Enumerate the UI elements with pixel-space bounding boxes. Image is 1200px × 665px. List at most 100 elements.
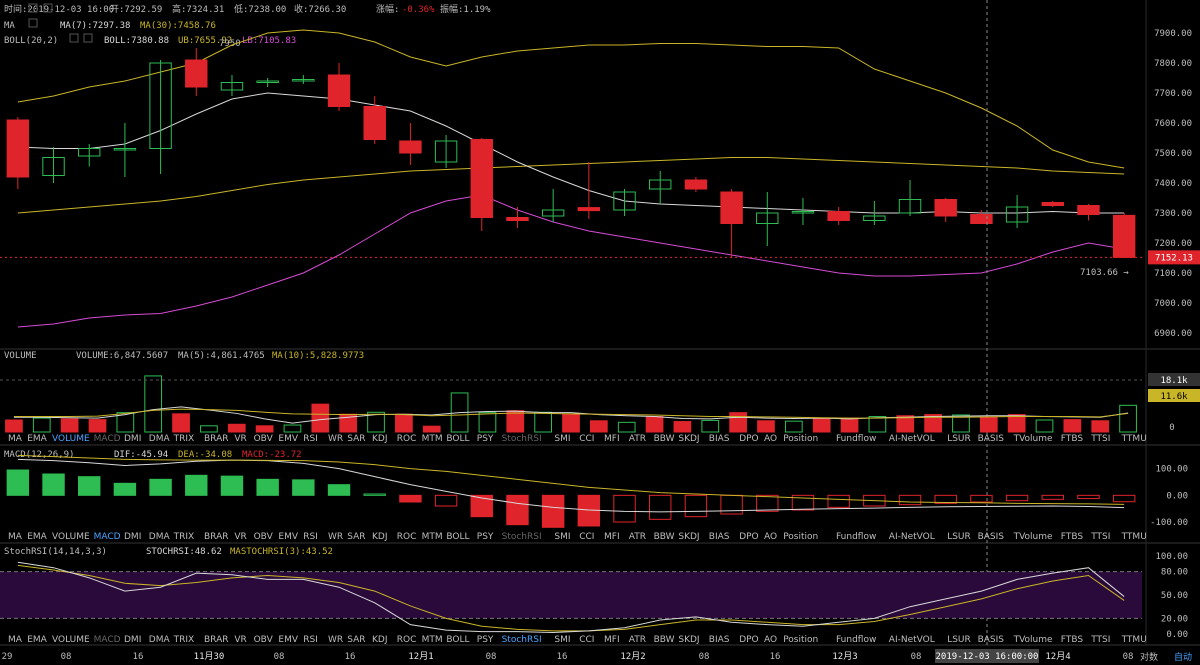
- indicator-tab-ma[interactable]: MA: [8, 434, 23, 444]
- indicator-tab-psy[interactable]: PSY: [477, 635, 494, 645]
- indicator-tab-bias[interactable]: BIAS: [709, 532, 730, 542]
- indicator-tab-mtm[interactable]: MTM: [422, 434, 443, 444]
- indicator-tab-dmi[interactable]: DMI: [124, 635, 141, 645]
- indicator-tab-cci[interactable]: CCI: [579, 532, 594, 542]
- indicator-tab-volume[interactable]: VOLUME: [52, 635, 90, 645]
- indicator-tab-wr[interactable]: WR: [328, 532, 343, 542]
- indicator-tab-ttmu[interactable]: TTMU: [1121, 635, 1147, 645]
- indicator-tab-rsi[interactable]: RSI: [303, 635, 318, 645]
- indicator-tab-brar[interactable]: BRAR: [204, 635, 228, 645]
- indicator-tab-ma[interactable]: MA: [8, 532, 23, 542]
- indicator-tab-wr[interactable]: WR: [328, 635, 343, 645]
- indicator-tab-boll[interactable]: BOLL: [446, 635, 469, 645]
- indicator-tab-basis[interactable]: BASIS: [978, 635, 1005, 645]
- log-scale-button[interactable]: 对数: [1140, 651, 1158, 663]
- indicator-tab-position[interactable]: Position: [783, 635, 818, 645]
- indicator-tab-dpo[interactable]: DPO: [739, 434, 758, 444]
- indicator-tab-mfi[interactable]: MFI: [604, 434, 620, 444]
- indicator-tab-dma[interactable]: DMA: [149, 434, 171, 444]
- indicator-tab-bbw[interactable]: BBW: [654, 635, 675, 645]
- kline-chart[interactable]: 时间:2019-12-03 16:00开:7292.59 高:7324.31 低:7…: [0, 0, 1200, 665]
- indicator-tab-bbw[interactable]: BBW: [654, 532, 675, 542]
- indicator-tab-dpo[interactable]: DPO: [739, 532, 758, 542]
- indicator-tab-smi[interactable]: SMI: [554, 532, 570, 542]
- indicator-tab-tvolume[interactable]: TVolume: [1013, 434, 1053, 444]
- indicator-tab-ma[interactable]: MA: [8, 635, 23, 645]
- indicator-tab-sar[interactable]: SAR: [347, 532, 365, 542]
- indicator-tab-dmi[interactable]: DMI: [124, 532, 141, 542]
- indicator-tab-tvolume[interactable]: TVolume: [1013, 532, 1053, 542]
- indicator-tab-kdj[interactable]: KDJ: [372, 635, 388, 645]
- indicator-tab-lsur[interactable]: LSUR: [947, 434, 971, 444]
- indicator-tab-ao[interactable]: AO: [764, 434, 777, 444]
- indicator-tab-ema[interactable]: EMA: [27, 532, 47, 542]
- indicator-tab-psy[interactable]: PSY: [477, 434, 494, 444]
- indicator-tab-trix[interactable]: TRIX: [173, 532, 195, 542]
- indicator-tab-atr[interactable]: ATR: [629, 434, 646, 444]
- indicator-tab-ftbs[interactable]: FTBS: [1061, 635, 1084, 645]
- indicator-tab-dma[interactable]: DMA: [149, 532, 171, 542]
- indicator-tab-fundflow[interactable]: Fundflow: [836, 434, 876, 444]
- indicator-tab-emv[interactable]: EMV: [278, 532, 298, 542]
- indicator-tab-mtm[interactable]: MTM: [422, 532, 443, 542]
- indicator-tab-mfi[interactable]: MFI: [604, 635, 620, 645]
- indicator-tab-stochrsi[interactable]: StochRSI: [502, 434, 542, 444]
- indicator-tab-fundflow[interactable]: Fundflow: [836, 532, 876, 542]
- indicator-tab-dma[interactable]: DMA: [149, 635, 171, 645]
- indicator-tab-ai-netvol[interactable]: AI-NetVOL: [889, 635, 935, 645]
- indicator-tab-rsi[interactable]: RSI: [303, 434, 318, 444]
- indicator-tab-bias[interactable]: BIAS: [709, 635, 730, 645]
- indicator-tab-skdj[interactable]: SKDJ: [678, 434, 699, 444]
- indicator-tab-mtm[interactable]: MTM: [422, 635, 443, 645]
- indicator-tab-roc[interactable]: ROC: [397, 635, 417, 645]
- auto-scale-button[interactable]: 自动: [1174, 651, 1192, 663]
- indicator-tab-skdj[interactable]: SKDJ: [678, 635, 699, 645]
- indicator-tab-ema[interactable]: EMA: [27, 434, 47, 444]
- indicator-tab-tvolume[interactable]: TVolume: [1013, 635, 1053, 645]
- indicator-tab-roc[interactable]: ROC: [397, 434, 417, 444]
- indicator-tab-sar[interactable]: SAR: [347, 635, 365, 645]
- indicator-tab-ttmu[interactable]: TTMU: [1121, 532, 1147, 542]
- indicator-tab-bbw[interactable]: BBW: [654, 434, 675, 444]
- indicator-tab-ai-netvol[interactable]: AI-NetVOL: [889, 532, 935, 542]
- indicator-tab-kdj[interactable]: KDJ: [372, 434, 388, 444]
- indicator-tab-brar[interactable]: BRAR: [204, 434, 228, 444]
- indicator-tab-smi[interactable]: SMI: [554, 434, 570, 444]
- indicator-tab-macd[interactable]: MACD: [94, 434, 121, 444]
- indicator-tab-emv[interactable]: EMV: [278, 434, 298, 444]
- indicator-tab-macd[interactable]: MACD: [94, 532, 121, 542]
- indicator-tab-position[interactable]: Position: [783, 434, 818, 444]
- indicator-tab-atr[interactable]: ATR: [629, 635, 646, 645]
- indicator-tab-stochrsi[interactable]: StochRSI: [502, 532, 542, 542]
- indicator-tab-emv[interactable]: EMV: [278, 635, 298, 645]
- indicator-tab-rsi[interactable]: RSI: [303, 532, 318, 542]
- indicator-tab-sar[interactable]: SAR: [347, 434, 365, 444]
- indicator-tab-ttsi[interactable]: TTSI: [1090, 532, 1110, 542]
- indicator-tab-psy[interactable]: PSY: [477, 532, 494, 542]
- indicator-tab-boll[interactable]: BOLL: [446, 532, 469, 542]
- indicator-tab-ai-netvol[interactable]: AI-NetVOL: [889, 434, 935, 444]
- indicator-tab-position[interactable]: Position: [783, 532, 818, 542]
- indicator-tab-ttsi[interactable]: TTSI: [1090, 635, 1110, 645]
- indicator-tab-vr[interactable]: VR: [234, 434, 246, 444]
- indicator-tab-atr[interactable]: ATR: [629, 532, 646, 542]
- indicator-tab-ema[interactable]: EMA: [27, 635, 47, 645]
- indicator-tab-fundflow[interactable]: Fundflow: [836, 635, 876, 645]
- indicator-tab-ttsi[interactable]: TTSI: [1090, 434, 1110, 444]
- indicator-tab-basis[interactable]: BASIS: [978, 532, 1005, 542]
- indicator-tab-basis[interactable]: BASIS: [978, 434, 1005, 444]
- indicator-tab-volume[interactable]: VOLUME: [52, 532, 90, 542]
- indicator-tab-lsur[interactable]: LSUR: [947, 635, 971, 645]
- indicator-tab-lsur[interactable]: LSUR: [947, 532, 971, 542]
- indicator-tab-roc[interactable]: ROC: [397, 532, 417, 542]
- indicator-tab-trix[interactable]: TRIX: [173, 434, 195, 444]
- indicator-tab-cci[interactable]: CCI: [579, 635, 594, 645]
- indicator-tab-skdj[interactable]: SKDJ: [678, 532, 699, 542]
- indicator-tab-mfi[interactable]: MFI: [604, 532, 620, 542]
- indicator-tab-bias[interactable]: BIAS: [709, 434, 730, 444]
- indicator-tab-ftbs[interactable]: FTBS: [1061, 434, 1084, 444]
- indicator-tab-obv[interactable]: OBV: [254, 434, 274, 444]
- indicator-tab-volume[interactable]: VOLUME: [52, 434, 90, 444]
- indicator-tab-ao[interactable]: AO: [764, 635, 777, 645]
- indicator-tab-ao[interactable]: AO: [764, 532, 777, 542]
